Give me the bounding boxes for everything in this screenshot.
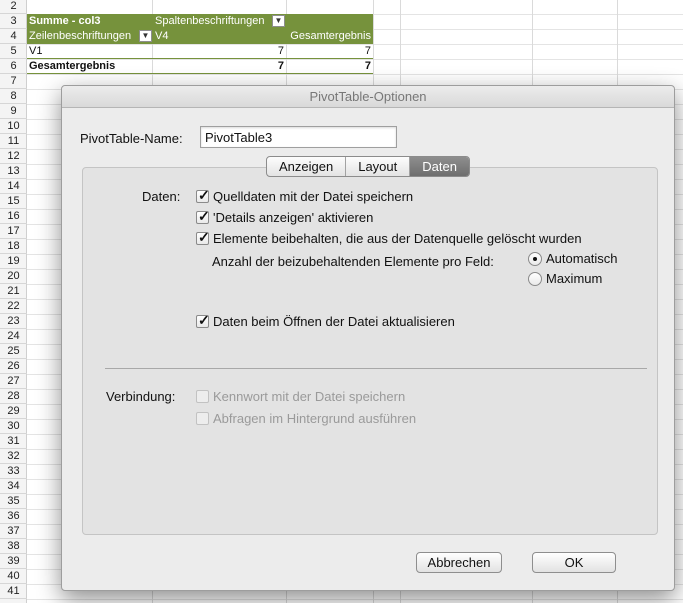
row-number[interactable]: 34	[0, 479, 27, 494]
pivot-row-labels-cell[interactable]: Zeilenbeschriftungen	[27, 29, 153, 44]
row-number[interactable]: 24	[0, 329, 27, 344]
row-number[interactable]: 4	[0, 29, 27, 44]
row-number[interactable]: 9	[0, 104, 27, 119]
row-number[interactable]: 5	[0, 44, 27, 59]
refresh-on-open-checkbox[interactable]: ✓	[196, 312, 210, 328]
row-number[interactable]: 21	[0, 284, 27, 299]
row-number[interactable]: 36	[0, 509, 27, 524]
row-number[interactable]: 15	[0, 194, 27, 209]
pivot-grand-total-header-cell[interactable]: Gesamtergebnis	[286, 29, 373, 44]
pivot-grand-total-label-cell[interactable]: Gesamtergebnis	[27, 59, 153, 74]
row-number[interactable]: 14	[0, 179, 27, 194]
row-number[interactable]: 20	[0, 269, 27, 284]
row-number[interactable]: 22	[0, 299, 27, 314]
tab-daten[interactable]: Daten	[410, 157, 469, 176]
daten-section-label: Daten:	[142, 189, 181, 204]
ok-button[interactable]: OK	[532, 552, 616, 573]
pivot-grand-total-value-cell[interactable]: 7	[153, 59, 286, 74]
row-gridline	[27, 74, 683, 75]
automatic-radio[interactable]	[528, 252, 542, 266]
check-mark-icon: ✓	[198, 187, 210, 203]
retain-deleted-items-checkbox[interactable]: ✓	[196, 229, 210, 245]
row-number[interactable]: 6	[0, 59, 27, 74]
row-number[interactable]: 30	[0, 419, 27, 434]
verbindung-section-label: Verbindung:	[106, 389, 176, 404]
check-mark-icon: ✓	[198, 208, 210, 224]
row-number[interactable]: 17	[0, 224, 27, 239]
pivot-data-field-cell[interactable]: Summe - col3	[27, 14, 153, 29]
row-number[interactable]: 7	[0, 74, 27, 89]
row-number[interactable]: 26	[0, 359, 27, 374]
row-number[interactable]: 40	[0, 569, 27, 584]
row-filter-dropdown-icon[interactable]: ▼	[139, 30, 152, 42]
row-number[interactable]: 16	[0, 209, 27, 224]
maximum-radio[interactable]	[528, 272, 542, 286]
pivot-row-total-cell[interactable]: 7	[286, 44, 373, 59]
enable-show-details-label[interactable]: 'Details anzeigen' aktivieren	[213, 210, 373, 225]
row-gridline	[27, 599, 683, 600]
row-number[interactable]: 31	[0, 434, 27, 449]
save-password-label[interactable]: Kennwort mit der Datei speichern	[213, 389, 405, 404]
check-mark-icon: ✓	[198, 312, 210, 328]
row-number[interactable]: 41	[0, 584, 27, 599]
row-number[interactable]: 33	[0, 464, 27, 479]
row-number[interactable]: 8	[0, 89, 27, 104]
pivot-row-item-cell[interactable]: V1	[27, 44, 153, 59]
enable-show-details-checkbox[interactable]: ✓	[196, 208, 210, 224]
automatic-radio-label[interactable]: Automatisch	[546, 251, 618, 266]
section-divider	[105, 368, 647, 369]
column-filter-dropdown-icon[interactable]: ▼	[272, 15, 285, 27]
row-number[interactable]: 13	[0, 164, 27, 179]
save-password-checkbox[interactable]	[196, 390, 209, 403]
row-number[interactable]: 35	[0, 494, 27, 509]
dialog-title[interactable]: PivotTable-Optionen	[62, 86, 674, 108]
row-number[interactable]: 38	[0, 539, 27, 554]
row-number[interactable]: 10	[0, 119, 27, 134]
row-number[interactable]: 27	[0, 374, 27, 389]
row-number[interactable]: 37	[0, 524, 27, 539]
row-number[interactable]: 11	[0, 134, 27, 149]
row-number[interactable]: 3	[0, 14, 27, 29]
daten-tab-panel: Daten: ✓ Quelldaten mit der Datei speich…	[82, 167, 658, 535]
pivot-row-value-cell[interactable]: 7	[153, 44, 286, 59]
radio-selected-dot	[533, 257, 537, 261]
row-number[interactable]: 25	[0, 344, 27, 359]
background-query-checkbox[interactable]	[196, 412, 209, 425]
row-number[interactable]: 19	[0, 254, 27, 269]
maximum-radio-label[interactable]: Maximum	[546, 271, 602, 286]
check-mark-icon: ✓	[198, 229, 210, 245]
pivot-grand-total-total-cell[interactable]: 7	[286, 59, 373, 74]
retain-deleted-items-label[interactable]: Elemente beibehalten, die aus der Datenq…	[213, 231, 582, 246]
row-number[interactable]: 12	[0, 149, 27, 164]
row-header-column: 2 3 4 5 6 7 8 9 10 11 12 13 14 15 16 17 18 19 20 21 22 23 24 25…	[0, 0, 27, 603]
pivot-column-labels-cell[interactable]: Spaltenbeschriftungen	[153, 14, 373, 29]
background-query-label[interactable]: Abfragen im Hintergrund ausführen	[213, 411, 416, 426]
row-number[interactable]: 2	[0, 0, 27, 14]
refresh-on-open-label[interactable]: Daten beim Öffnen der Datei aktualisiere…	[213, 314, 455, 329]
items-per-field-label: Anzahl der beizubehaltenden Elemente pro…	[212, 254, 494, 269]
cancel-button[interactable]: Abbrechen	[416, 552, 502, 573]
row-number[interactable]: 32	[0, 449, 27, 464]
options-tab-bar: Anzeigen Layout Daten	[266, 156, 470, 177]
tab-anzeigen[interactable]: Anzeigen	[267, 157, 347, 176]
save-source-data-label[interactable]: Quelldaten mit der Datei speichern	[213, 189, 413, 204]
row-number[interactable]: 18	[0, 239, 27, 254]
pivottable-name-label: PivotTable-Name:	[80, 131, 183, 146]
tab-layout[interactable]: Layout	[346, 157, 411, 176]
pivottable-options-dialog: PivotTable-Optionen PivotTable-Name: Dat…	[61, 85, 675, 591]
row-number[interactable]: 23	[0, 314, 27, 329]
pivot-column-item-cell[interactable]: V4	[153, 29, 286, 44]
pivottable-name-input[interactable]	[200, 126, 397, 148]
row-number[interactable]: 29	[0, 404, 27, 419]
save-source-data-checkbox[interactable]: ✓	[196, 187, 210, 203]
row-number[interactable]: 39	[0, 554, 27, 569]
row-number[interactable]: 28	[0, 389, 27, 404]
